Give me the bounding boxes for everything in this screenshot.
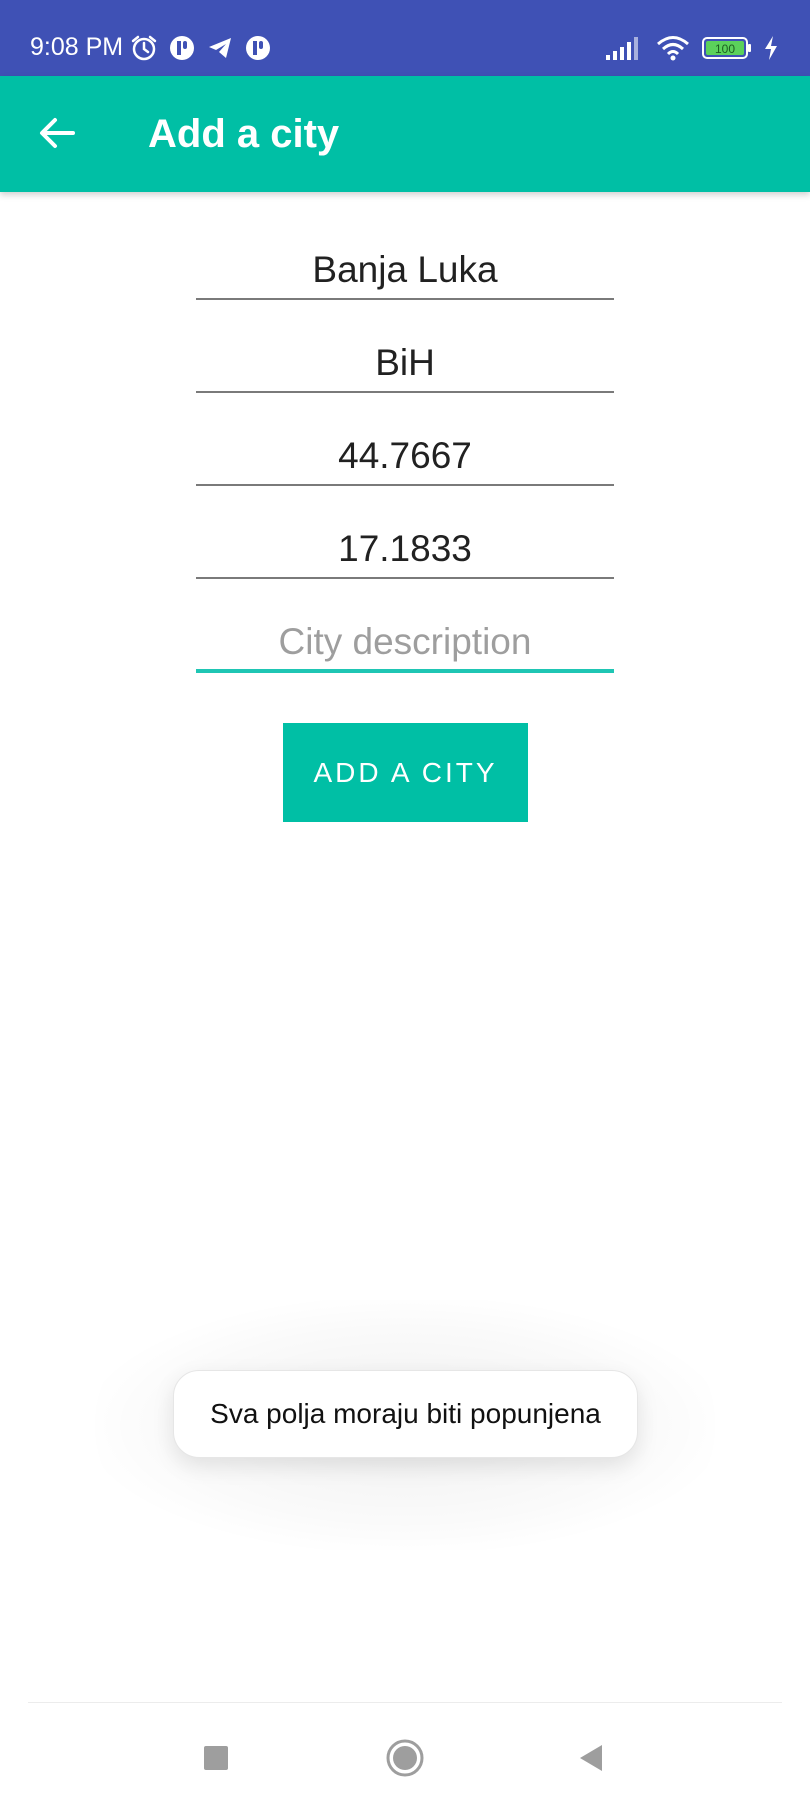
back-nav-button[interactable] — [566, 1733, 616, 1783]
input-underline — [196, 484, 614, 486]
home-circle-icon — [385, 1738, 425, 1778]
app-bar: Add a city — [0, 76, 810, 192]
longitude-field — [196, 517, 614, 610]
svg-text:100: 100 — [715, 42, 735, 56]
wifi-icon — [656, 35, 690, 61]
toast-message: Sva polja moraju biti popunjena — [173, 1370, 638, 1458]
recents-button[interactable] — [191, 1733, 241, 1783]
status-bar: 9:08 PM 100 — [0, 0, 810, 76]
description-field — [196, 610, 614, 703]
input-underline — [196, 391, 614, 393]
add-city-button[interactable]: ADD A CITY — [283, 723, 528, 822]
status-system-icons: 100 — [606, 33, 778, 63]
app-notification-icon-2 — [244, 34, 272, 62]
battery-icon: 100 — [702, 36, 752, 60]
signal-icon — [606, 36, 644, 60]
input-underline — [196, 298, 614, 300]
input-underline-focused — [196, 669, 614, 673]
longitude-input[interactable] — [196, 517, 614, 581]
city-name-field — [196, 238, 614, 331]
page-title: Add a city — [148, 112, 340, 156]
back-triangle-icon — [576, 1742, 606, 1774]
alarm-icon — [130, 34, 158, 62]
status-time: 9:08 PM — [30, 33, 124, 61]
screen: 9:08 PM 100 Add a city Banja Luka BiH 44… — [0, 0, 810, 1800]
city-name-input[interactable] — [196, 238, 614, 302]
navigation-bar — [0, 1703, 810, 1800]
arrow-back-icon — [39, 117, 75, 149]
latitude-field — [196, 424, 614, 517]
app-notification-icon — [168, 34, 196, 62]
input-underline — [196, 577, 614, 579]
add-city-form — [196, 238, 614, 703]
city-description-input[interactable] — [196, 610, 614, 674]
status-notification-icons — [130, 34, 272, 62]
home-button[interactable] — [380, 1733, 430, 1783]
country-input[interactable] — [196, 331, 614, 395]
latitude-input[interactable] — [196, 424, 614, 488]
charging-icon — [764, 36, 778, 60]
recents-square-icon — [202, 1744, 230, 1772]
telegram-icon — [206, 34, 234, 62]
country-field — [196, 331, 614, 424]
back-button[interactable] — [24, 100, 90, 166]
